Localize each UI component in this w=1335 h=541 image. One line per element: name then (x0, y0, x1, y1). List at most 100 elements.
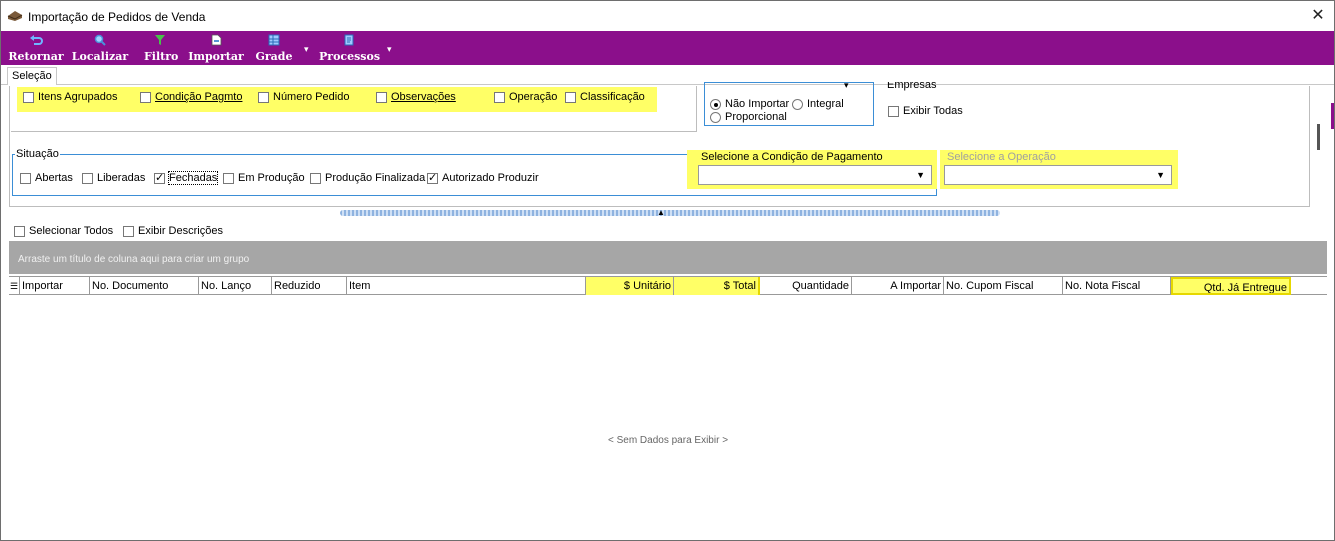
column-chooser-icon[interactable]: ☰ (9, 277, 20, 295)
fechadas-box[interactable] (154, 171, 165, 184)
panel-splitter[interactable] (340, 210, 1000, 216)
processos-button[interactable]: Processos (319, 31, 381, 65)
liberadas-box[interactable] (82, 172, 93, 184)
classificacao-box[interactable] (565, 91, 576, 103)
app-icon (7, 11, 23, 21)
col-total[interactable]: $ Total (674, 277, 760, 295)
processos-label: Processos (319, 50, 381, 63)
empresas-title: Empresas (887, 82, 937, 91)
col-a-importar[interactable]: A Importar (852, 277, 944, 295)
grade-button[interactable]: Grade (254, 31, 294, 65)
em-producao-checkbox[interactable]: Em Produção (223, 172, 305, 184)
close-icon[interactable]: ✕ (1307, 5, 1329, 27)
col-quantidade[interactable]: Quantidade (760, 277, 852, 295)
tab-selecao[interactable]: Seleção (7, 67, 57, 85)
empresas-group: Empresas (878, 82, 1298, 126)
itens-agrupados-checkbox[interactable]: Itens Agrupados (23, 91, 118, 103)
integral-radio-dot[interactable] (792, 98, 803, 110)
import-icon (188, 34, 244, 50)
classificacao-checkbox[interactable]: Classificação (565, 91, 645, 103)
nao-importar-radio[interactable]: Não Importar (710, 98, 789, 110)
liberadas-checkbox[interactable]: Liberadas (82, 172, 145, 184)
filtro-label: Filtro (144, 50, 179, 63)
condicao-pagmto-checkbox[interactable]: Condição Pagmto (140, 91, 242, 103)
filtro-button[interactable]: Filtro (144, 31, 179, 65)
chevron-down-icon[interactable]: ▼ (916, 170, 925, 180)
localizar-button[interactable]: Localizar (69, 31, 131, 65)
nao-importar-radio-dot[interactable] (710, 98, 721, 110)
integral-radio[interactable]: Integral (792, 98, 844, 110)
operacao-select[interactable]: ▼ (944, 165, 1172, 185)
return-icon (7, 34, 65, 50)
col-reduzido[interactable]: Reduzido (272, 277, 347, 295)
col-item[interactable]: Item (347, 277, 586, 295)
em-producao-label: Em Produção (238, 172, 305, 184)
operacao-checkbox[interactable]: Operação (494, 91, 557, 103)
selecionar-todos-label: Selecionar Todos (29, 225, 114, 237)
producao-finalizada-label: Produção Finalizada (325, 172, 426, 184)
processos-dropdown-icon[interactable]: ▾ (387, 44, 392, 55)
grade-label: Grade (255, 50, 293, 63)
operacao-box[interactable] (494, 91, 505, 103)
process-icon (319, 34, 379, 50)
abertas-label: Abertas (35, 172, 73, 184)
col-unitario[interactable]: $ Unitário (586, 277, 674, 295)
retornar-button[interactable]: Retornar (7, 31, 65, 65)
condicao-pagmto-label: Condição Pagmto (155, 91, 243, 103)
col-no-nota-fiscal[interactable]: No. Nota Fiscal (1063, 277, 1171, 295)
scrollbar-thumb[interactable] (1317, 124, 1320, 150)
collapse-up-icon[interactable]: ▲ (657, 208, 665, 217)
proporcional-label: Proporcional (725, 111, 787, 123)
exibir-descricoes-checkbox[interactable]: Exibir Descrições (123, 225, 223, 237)
exibir-descricoes-box[interactable] (123, 225, 134, 237)
nao-importar-label: Não Importar (725, 98, 790, 110)
proporcional-radio-dot[interactable] (710, 111, 721, 123)
col-no-cupom-fiscal[interactable]: No. Cupom Fiscal (944, 277, 1063, 295)
import-mode-collapse-icon: ▾ (844, 80, 849, 90)
producao-finalizada-checkbox[interactable]: Produção Finalizada (310, 172, 425, 184)
col-no-lanco[interactable]: No. Lanço (199, 277, 272, 295)
fechadas-checkbox[interactable]: Fechadas (154, 171, 219, 185)
retornar-label: Retornar (8, 50, 64, 63)
observacoes-box[interactable] (376, 91, 387, 103)
group-by-bar[interactable]: Arraste um título de coluna aqui para cr… (9, 241, 1327, 274)
search-icon (69, 34, 131, 50)
em-producao-box[interactable] (223, 172, 234, 184)
empty-grid-message: < Sem Dados para Exibir > (607, 435, 729, 446)
selecionar-todos-box[interactable] (14, 225, 25, 237)
localizar-label: Localizar (71, 50, 129, 63)
condicao-pagamento-title: Selecione a Condição de Pagamento (701, 151, 883, 163)
condicao-pagmto-box[interactable] (140, 91, 151, 103)
classificacao-label: Classificação (580, 91, 645, 103)
vertical-scrollbar[interactable] (1314, 91, 1332, 211)
importar-button[interactable]: Importar (188, 31, 244, 65)
condicao-pagamento-select[interactable]: ▼ (698, 165, 932, 185)
exibir-todas-box[interactable] (888, 105, 899, 117)
grid-header: ☰ Importar No. Documento No. Lanço Reduz… (9, 276, 1327, 295)
grid-icon (254, 34, 294, 50)
importar-label: Importar (188, 50, 244, 63)
col-qtd-ja-entregue[interactable]: Qtd. Já Entregue (1171, 277, 1291, 295)
proporcional-radio[interactable]: Proporcional (710, 111, 787, 123)
chevron-down-icon[interactable]: ▼ (1156, 170, 1165, 180)
title-bar: Importação de Pedidos de Venda ✕ (1, 1, 1334, 31)
filter-icon (144, 34, 176, 50)
itens-agrupados-box[interactable] (23, 91, 34, 103)
autorizado-produzir-checkbox[interactable]: Autorizado Produzir (427, 171, 539, 184)
col-importar[interactable]: Importar (20, 277, 90, 295)
selecionar-todos-checkbox[interactable]: Selecionar Todos (14, 225, 113, 237)
observacoes-checkbox[interactable]: Observações (376, 91, 456, 103)
grid-body[interactable]: < Sem Dados para Exibir > (9, 295, 1327, 540)
side-accent (1331, 103, 1334, 129)
producao-finalizada-box[interactable] (310, 172, 321, 184)
abertas-checkbox[interactable]: Abertas (20, 172, 73, 184)
numero-pedido-box[interactable] (258, 91, 269, 103)
numero-pedido-checkbox[interactable]: Número Pedido (258, 91, 349, 103)
exibir-todas-checkbox[interactable]: Exibir Todas (888, 105, 963, 117)
abertas-box[interactable] (20, 172, 31, 184)
exibir-descricoes-label: Exibir Descrições (138, 225, 223, 237)
selection-panel: Itens Agrupados Condição Pagmto Número P… (9, 80, 1310, 207)
grade-dropdown-icon[interactable]: ▾ (304, 44, 309, 55)
autorizado-produzir-box[interactable] (427, 171, 438, 184)
col-no-documento[interactable]: No. Documento (90, 277, 199, 295)
